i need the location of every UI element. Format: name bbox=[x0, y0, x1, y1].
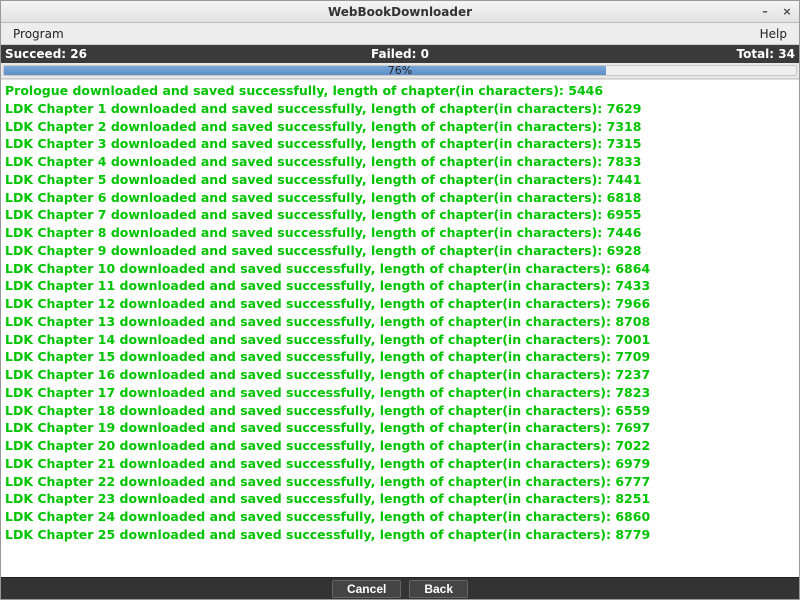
log-line: LDK Chapter 2 downloaded and saved succe… bbox=[5, 118, 795, 136]
status-succeed: Succeed: 26 bbox=[5, 47, 268, 61]
log-line: LDK Chapter 17 downloaded and saved succ… bbox=[5, 384, 795, 402]
progress-row: 76% bbox=[1, 63, 799, 79]
log-line: LDK Chapter 16 downloaded and saved succ… bbox=[5, 366, 795, 384]
log-line: LDK Chapter 13 downloaded and saved succ… bbox=[5, 313, 795, 331]
log-line: LDK Chapter 7 downloaded and saved succe… bbox=[5, 206, 795, 224]
menu-program[interactable]: Program bbox=[7, 25, 70, 43]
status-total: Total: 34 bbox=[532, 47, 795, 61]
log-line: LDK Chapter 24 downloaded and saved succ… bbox=[5, 508, 795, 526]
window-title: WebBookDownloader bbox=[328, 5, 472, 19]
log-line: LDK Chapter 8 downloaded and saved succe… bbox=[5, 224, 795, 242]
status-failed: Failed: 0 bbox=[268, 47, 531, 61]
log-line: LDK Chapter 3 downloaded and saved succe… bbox=[5, 135, 795, 153]
log-line: LDK Chapter 18 downloaded and saved succ… bbox=[5, 402, 795, 420]
log-line: LDK Chapter 22 downloaded and saved succ… bbox=[5, 473, 795, 491]
status-bar: Succeed: 26 Failed: 0 Total: 34 bbox=[1, 45, 799, 63]
log-pane[interactable]: Prologue downloaded and saved successful… bbox=[1, 79, 799, 577]
log-line: LDK Chapter 11 downloaded and saved succ… bbox=[5, 277, 795, 295]
log-line: LDK Chapter 23 downloaded and saved succ… bbox=[5, 490, 795, 508]
log-line: LDK Chapter 25 downloaded and saved succ… bbox=[5, 526, 795, 544]
progress-label: 76% bbox=[4, 66, 796, 75]
log-line: LDK Chapter 19 downloaded and saved succ… bbox=[5, 419, 795, 437]
titlebar[interactable]: WebBookDownloader – × bbox=[1, 1, 799, 23]
window-controls: – × bbox=[757, 1, 795, 22]
log-line: LDK Chapter 10 downloaded and saved succ… bbox=[5, 260, 795, 278]
close-icon[interactable]: × bbox=[779, 5, 795, 19]
menubar: Program Help bbox=[1, 23, 799, 45]
log-line: LDK Chapter 1 downloaded and saved succe… bbox=[5, 100, 795, 118]
progress-bar: 76% bbox=[3, 65, 797, 76]
log-line: LDK Chapter 9 downloaded and saved succe… bbox=[5, 242, 795, 260]
app-window: WebBookDownloader – × Program Help Succe… bbox=[0, 0, 800, 600]
cancel-button[interactable]: Cancel bbox=[332, 580, 401, 598]
log-line: LDK Chapter 4 downloaded and saved succe… bbox=[5, 153, 795, 171]
minimize-icon[interactable]: – bbox=[757, 5, 773, 19]
log-line: LDK Chapter 20 downloaded and saved succ… bbox=[5, 437, 795, 455]
log-line: LDK Chapter 12 downloaded and saved succ… bbox=[5, 295, 795, 313]
log-line: LDK Chapter 14 downloaded and saved succ… bbox=[5, 331, 795, 349]
log-line: Prologue downloaded and saved successful… bbox=[5, 82, 795, 100]
log-line: LDK Chapter 6 downloaded and saved succe… bbox=[5, 189, 795, 207]
log-line: LDK Chapter 21 downloaded and saved succ… bbox=[5, 455, 795, 473]
menu-help[interactable]: Help bbox=[754, 25, 793, 43]
log-line: LDK Chapter 15 downloaded and saved succ… bbox=[5, 348, 795, 366]
back-button[interactable]: Back bbox=[409, 580, 468, 598]
log-line: LDK Chapter 5 downloaded and saved succe… bbox=[5, 171, 795, 189]
bottom-bar: Cancel Back bbox=[1, 577, 799, 599]
